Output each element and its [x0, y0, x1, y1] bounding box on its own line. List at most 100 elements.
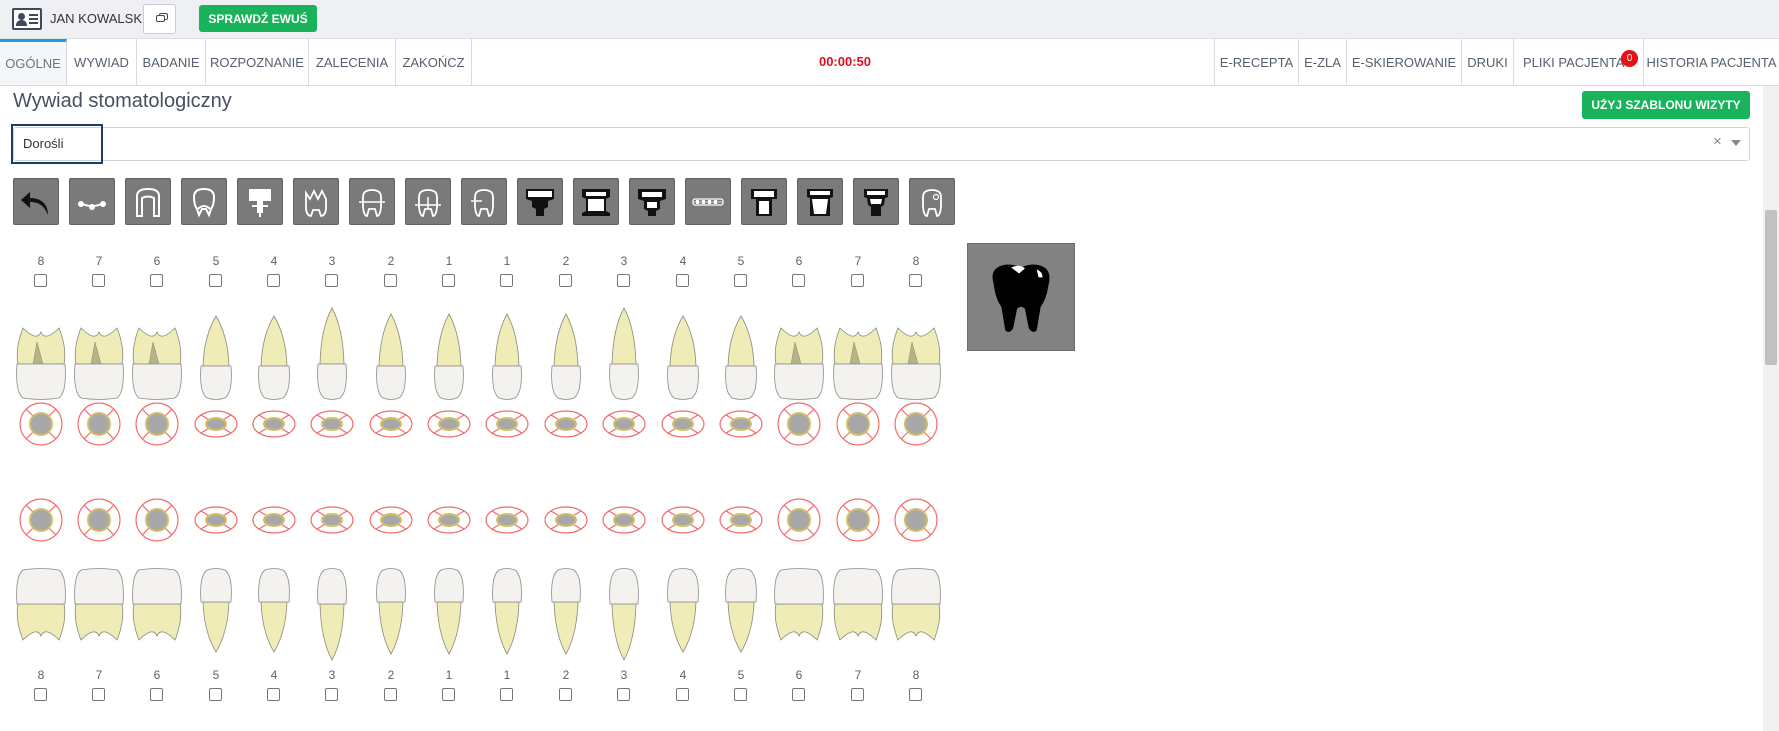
lower-tooth-checkbox[interactable]	[500, 688, 513, 701]
lower-tooth[interactable]	[258, 568, 290, 653]
upper-tooth[interactable]	[16, 327, 66, 400]
lower-tooth-checkbox[interactable]	[676, 688, 689, 701]
upper-tooth-checkbox[interactable]	[617, 274, 630, 287]
lower-tooth[interactable]	[16, 568, 66, 641]
upper-tooth-checkbox[interactable]	[851, 274, 864, 287]
tab-e-prescription[interactable]: E-RECEPTA	[1214, 39, 1299, 85]
crown-tool-button[interactable]	[125, 178, 171, 225]
lower-tooth-surface-marker[interactable]	[661, 506, 705, 534]
upper-tooth-checkbox[interactable]	[150, 274, 163, 287]
lower-tooth-checkbox[interactable]	[209, 688, 222, 701]
upper-tooth-surface-marker[interactable]	[77, 402, 121, 446]
tab-examination[interactable]: BADANIE	[137, 39, 206, 85]
missing-tooth-tool-button[interactable]	[461, 178, 507, 225]
lower-tooth[interactable]	[609, 568, 639, 661]
lower-tooth[interactable]	[891, 568, 941, 641]
lower-tooth[interactable]	[774, 568, 824, 641]
lower-tooth-checkbox[interactable]	[34, 688, 47, 701]
lower-tooth[interactable]	[200, 568, 232, 653]
tab-e-referral[interactable]: E-SKIEROWANIE	[1347, 39, 1462, 85]
root-filling-tool-button[interactable]	[405, 178, 451, 225]
lower-tooth-checkbox[interactable]	[92, 688, 105, 701]
upper-tooth-surface-marker[interactable]	[894, 402, 938, 446]
tab-interview[interactable]: WYWIAD	[67, 39, 137, 85]
upper-tooth-surface-marker[interactable]	[135, 402, 179, 446]
upper-tooth-surface-marker[interactable]	[19, 402, 63, 446]
lower-tooth-checkbox[interactable]	[384, 688, 397, 701]
lower-tooth-surface-marker[interactable]	[836, 498, 880, 542]
upper-tooth[interactable]	[609, 307, 639, 400]
upper-tooth[interactable]	[317, 307, 347, 400]
lower-tooth-checkbox[interactable]	[559, 688, 572, 701]
lower-tooth-checkbox[interactable]	[617, 688, 630, 701]
upper-tooth-surface-marker[interactable]	[836, 402, 880, 446]
upper-tooth-surface-marker[interactable]	[719, 410, 763, 438]
scrollbar-thumb[interactable]	[1765, 210, 1777, 365]
check-ewus-button[interactable]: SPRAWDŹ EWUŚ	[199, 5, 317, 32]
lower-tooth-surface-marker[interactable]	[19, 498, 63, 542]
caries-tool-button[interactable]	[909, 178, 955, 225]
filling-tool-button[interactable]	[349, 178, 395, 225]
upper-tooth-checkbox[interactable]	[34, 274, 47, 287]
upper-tooth-checkbox[interactable]	[92, 274, 105, 287]
lower-tooth[interactable]	[434, 568, 464, 655]
crown-black-tool-button[interactable]	[517, 178, 563, 225]
patient-card-icon[interactable]	[12, 8, 42, 30]
upper-tooth[interactable]	[492, 313, 522, 400]
upper-tooth-surface-marker[interactable]	[310, 410, 354, 438]
upper-tooth-surface-marker[interactable]	[485, 410, 529, 438]
tab-e-sick-leave[interactable]: E-ZLA	[1299, 39, 1347, 85]
lower-tooth-checkbox[interactable]	[734, 688, 747, 701]
tab-recommendations[interactable]: ZALECENIA	[309, 39, 396, 85]
upper-tooth-surface-marker[interactable]	[369, 410, 413, 438]
upper-tooth-checkbox[interactable]	[734, 274, 747, 287]
lower-tooth[interactable]	[132, 568, 182, 641]
undo-button[interactable]	[13, 178, 59, 225]
lower-tooth-surface-marker[interactable]	[544, 506, 588, 534]
page-scrollbar[interactable]	[1763, 86, 1779, 731]
abutment-tool-button[interactable]	[853, 178, 899, 225]
upper-tooth-surface-marker[interactable]	[252, 410, 296, 438]
tab-general[interactable]: OGÓLNE	[0, 39, 67, 85]
lower-tooth-surface-marker[interactable]	[894, 498, 938, 542]
upper-tooth-checkbox[interactable]	[559, 274, 572, 287]
pontic-tool-button[interactable]	[573, 178, 619, 225]
root-canal-tool-button[interactable]	[181, 178, 227, 225]
implant-tool-button[interactable]	[237, 178, 283, 225]
lower-tooth-surface-marker[interactable]	[777, 498, 821, 542]
upper-tooth-surface-marker[interactable]	[602, 410, 646, 438]
patient-name[interactable]: JAN KOWALSKI	[50, 11, 146, 26]
upper-tooth-surface-marker[interactable]	[661, 410, 705, 438]
upper-tooth-surface-marker[interactable]	[194, 410, 238, 438]
upper-tooth[interactable]	[258, 315, 290, 400]
lower-tooth[interactable]	[833, 568, 883, 641]
upper-tooth-checkbox[interactable]	[267, 274, 280, 287]
upper-tooth[interactable]	[132, 327, 182, 400]
upper-tooth[interactable]	[667, 315, 699, 400]
lower-tooth[interactable]	[376, 568, 406, 655]
patient-type-select[interactable]	[13, 127, 1750, 161]
upper-tooth-checkbox[interactable]	[325, 274, 338, 287]
lower-tooth-surface-marker[interactable]	[252, 506, 296, 534]
lower-tooth-surface-marker[interactable]	[310, 506, 354, 534]
upper-tooth[interactable]	[725, 315, 757, 400]
clear-selection-icon[interactable]: ×	[1713, 133, 1722, 150]
lower-tooth[interactable]	[551, 568, 581, 655]
upper-tooth-checkbox[interactable]	[384, 274, 397, 287]
lower-tooth[interactable]	[667, 568, 699, 653]
upper-tooth-checkbox[interactable]	[909, 274, 922, 287]
veneer-tool-button[interactable]	[797, 178, 843, 225]
upper-tooth[interactable]	[551, 313, 581, 400]
lower-tooth-surface-marker[interactable]	[602, 506, 646, 534]
braces-tool-button[interactable]	[685, 178, 731, 225]
lower-tooth-surface-marker[interactable]	[427, 506, 471, 534]
upper-tooth-checkbox[interactable]	[792, 274, 805, 287]
tab-prints[interactable]: DRUKI	[1462, 39, 1514, 85]
post-tool-button[interactable]	[741, 178, 787, 225]
lower-tooth[interactable]	[725, 568, 757, 653]
lower-tooth-surface-marker[interactable]	[194, 506, 238, 534]
upper-tooth-surface-marker[interactable]	[777, 402, 821, 446]
lower-tooth[interactable]	[492, 568, 522, 655]
upper-tooth[interactable]	[774, 327, 824, 400]
lower-tooth-surface-marker[interactable]	[485, 506, 529, 534]
